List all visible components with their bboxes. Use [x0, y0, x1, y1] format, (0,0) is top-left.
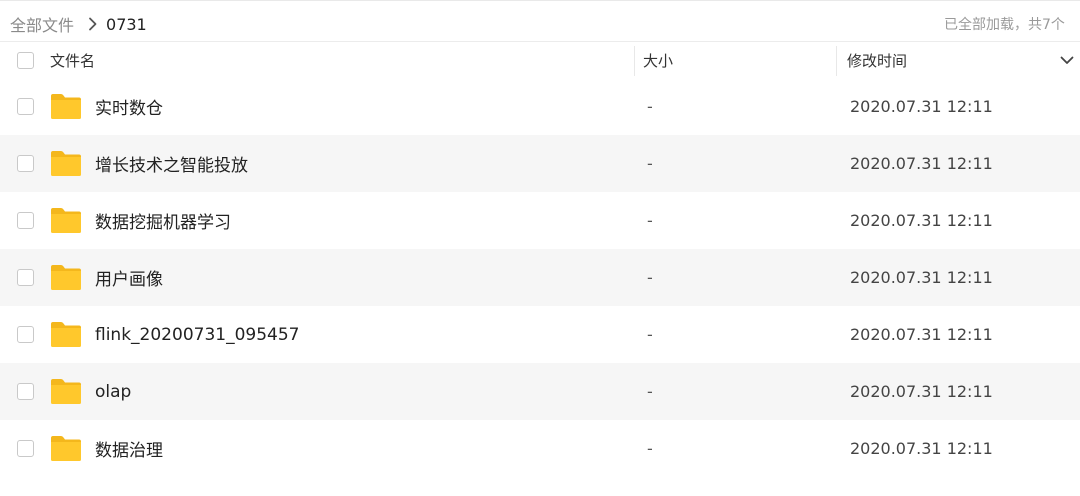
row-checkbox[interactable] — [17, 212, 34, 229]
file-row[interactable]: 数据挖掘机器学习 - 2020.07.31 12:11 — [0, 192, 1080, 249]
chevron-down-icon[interactable] — [1056, 50, 1078, 70]
breadcrumb-current: 0731 — [106, 14, 147, 34]
row-checkbox[interactable] — [17, 326, 34, 343]
file-name[interactable]: olap — [95, 363, 131, 420]
breadcrumb: 全部文件 0731 — [10, 12, 147, 36]
select-all-checkbox[interactable] — [17, 52, 34, 69]
file-size: - — [647, 154, 653, 173]
file-row[interactable]: 增长技术之智能投放 - 2020.07.31 12:11 — [0, 135, 1080, 192]
file-row[interactable]: flink_20200731_095457 - 2020.07.31 12:11 — [0, 306, 1080, 363]
folder-icon — [51, 94, 81, 119]
file-name[interactable]: 实时数仓 — [95, 78, 163, 135]
breadcrumb-root[interactable]: 全部文件 — [10, 12, 74, 36]
file-size: - — [647, 268, 653, 287]
file-modified: 2020.07.31 12:11 — [850, 211, 993, 230]
file-size: - — [647, 325, 653, 344]
file-size: - — [647, 439, 653, 458]
file-row[interactable]: 数据治理 - 2020.07.31 12:11 — [0, 420, 1080, 477]
file-modified: 2020.07.31 12:11 — [850, 154, 993, 173]
file-name[interactable]: 数据挖掘机器学习 — [95, 192, 231, 249]
file-name[interactable]: 数据治理 — [95, 420, 163, 477]
folder-icon — [51, 208, 81, 233]
table-header: 文件名 大小 修改时间 — [0, 42, 1080, 78]
column-divider[interactable] — [634, 46, 635, 76]
file-modified: 2020.07.31 12:11 — [850, 97, 993, 116]
row-checkbox[interactable] — [17, 155, 34, 172]
row-checkbox[interactable] — [17, 440, 34, 457]
file-size: - — [647, 211, 653, 230]
file-size: - — [647, 382, 653, 401]
column-header-name[interactable]: 文件名 — [50, 42, 95, 78]
file-list: 实时数仓 - 2020.07.31 12:11 增长技术之智能投放 - 2020… — [0, 78, 1080, 477]
chevron-right-icon — [82, 13, 104, 35]
column-header-size[interactable]: 大小 — [643, 42, 673, 78]
column-header-modified[interactable]: 修改时间 — [847, 42, 907, 78]
file-row[interactable]: olap - 2020.07.31 12:11 — [0, 363, 1080, 420]
row-checkbox[interactable] — [17, 98, 34, 115]
breadcrumb-bar: 全部文件 0731 已全部加载，共7个 — [0, 0, 1080, 42]
folder-icon — [51, 379, 81, 404]
column-divider[interactable] — [836, 46, 837, 76]
row-checkbox[interactable] — [17, 269, 34, 286]
file-name[interactable]: 增长技术之智能投放 — [95, 135, 248, 192]
file-row[interactable]: 用户画像 - 2020.07.31 12:11 — [0, 249, 1080, 306]
folder-icon — [51, 265, 81, 290]
load-status: 已全部加载，共7个 — [944, 17, 1065, 33]
file-modified: 2020.07.31 12:11 — [850, 325, 993, 344]
folder-icon — [51, 322, 81, 347]
folder-icon — [51, 436, 81, 461]
file-browser: 全部文件 0731 已全部加载，共7个 文件名 大小 修改时间 实时数仓 - 2… — [0, 0, 1080, 496]
file-modified: 2020.07.31 12:11 — [850, 439, 993, 458]
file-modified: 2020.07.31 12:11 — [850, 382, 993, 401]
file-row[interactable]: 实时数仓 - 2020.07.31 12:11 — [0, 78, 1080, 135]
folder-icon — [51, 151, 81, 176]
row-checkbox[interactable] — [17, 383, 34, 400]
file-modified: 2020.07.31 12:11 — [850, 268, 993, 287]
file-name[interactable]: 用户画像 — [95, 249, 163, 306]
file-size: - — [647, 97, 653, 116]
file-name[interactable]: flink_20200731_095457 — [95, 306, 299, 363]
